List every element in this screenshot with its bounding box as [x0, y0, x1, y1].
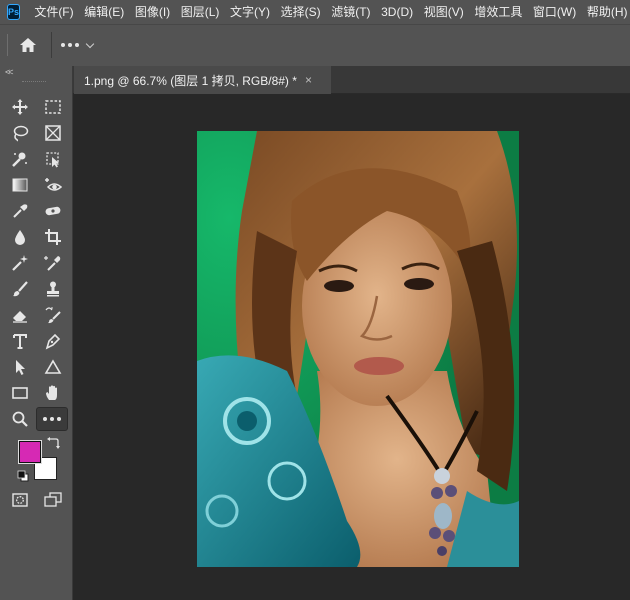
- chevron-down-icon: [85, 39, 95, 48]
- move-icon[interactable]: [8, 95, 32, 119]
- toolbar-grip[interactable]: [22, 81, 46, 84]
- swap-colors-icon[interactable]: [46, 436, 60, 450]
- quick-mask-icon[interactable]: [8, 488, 32, 512]
- collapse-toolbar-button[interactable]: <<: [5, 67, 13, 77]
- menu-help[interactable]: 帮助(H): [582, 0, 630, 24]
- menu-image[interactable]: 图像(I): [130, 0, 176, 24]
- menu-type[interactable]: 文字(Y): [225, 0, 276, 24]
- options-grip[interactable]: [7, 34, 8, 56]
- eraser-icon[interactable]: [8, 303, 32, 327]
- menu-select[interactable]: 选择(S): [275, 0, 326, 24]
- triangle-icon[interactable]: [41, 355, 65, 379]
- crop-icon[interactable]: [41, 225, 65, 249]
- options-divider: [51, 32, 52, 58]
- rect-marquee-icon[interactable]: [41, 95, 65, 119]
- history-brush-icon[interactable]: [41, 303, 65, 327]
- gradient-icon[interactable]: [8, 173, 32, 197]
- object-select-icon[interactable]: [41, 147, 65, 171]
- magic-wand-icon[interactable]: [8, 251, 32, 275]
- tools-panel: <<: [0, 66, 73, 600]
- menu-filter[interactable]: 滤镜(T): [326, 0, 376, 24]
- menu-3d[interactable]: 3D(D): [376, 0, 419, 24]
- menu-plugins[interactable]: 增效工具: [469, 0, 528, 24]
- menu-window[interactable]: 窗口(W): [528, 0, 582, 24]
- close-icon[interactable]: ×: [305, 73, 312, 87]
- photoshop-logo-icon[interactable]: Ps: [7, 4, 21, 20]
- menu-bar: Ps 文件(F) 编辑(E) 图像(I) 图层(L) 文字(Y) 选择(S) 滤…: [0, 0, 630, 24]
- more-options-icon: [61, 43, 79, 47]
- color-sampler-icon[interactable]: [41, 251, 65, 275]
- foreground-color-swatch[interactable]: [18, 440, 42, 464]
- bandage-icon[interactable]: [41, 199, 65, 223]
- quick-select-icon[interactable]: [8, 147, 32, 171]
- arrow-icon[interactable]: [8, 355, 32, 379]
- document-image[interactable]: [197, 131, 519, 567]
- document-tab-bar: 1.png @ 66.7% (图层 1 拷贝, RGB/8#) * ×: [73, 66, 630, 94]
- more-icon[interactable]: [36, 407, 68, 431]
- zoom-icon[interactable]: [8, 407, 32, 431]
- menu-file[interactable]: 文件(F): [29, 0, 79, 24]
- eyedropper-icon[interactable]: [8, 199, 32, 223]
- document-tab-label: 1.png @ 66.7% (图层 1 拷贝, RGB/8#) *: [84, 73, 297, 88]
- menu-edit[interactable]: 编辑(E): [79, 0, 130, 24]
- hand-icon[interactable]: [41, 381, 65, 405]
- rectangle-icon[interactable]: [8, 381, 32, 405]
- menu-layer[interactable]: 图层(L): [175, 0, 224, 24]
- type-icon[interactable]: [8, 329, 32, 353]
- home-icon[interactable]: [18, 36, 38, 54]
- portrait-photo: [197, 131, 519, 567]
- options-bar: [0, 24, 630, 66]
- lasso-icon[interactable]: [8, 121, 32, 145]
- brush-icon[interactable]: [8, 277, 32, 301]
- stamp-icon[interactable]: [41, 277, 65, 301]
- menu-view[interactable]: 视图(V): [418, 0, 469, 24]
- screen-mode-icon[interactable]: [41, 488, 65, 512]
- red-eye-icon[interactable]: [41, 173, 65, 197]
- document-tab[interactable]: 1.png @ 66.7% (图层 1 拷贝, RGB/8#) * ×: [74, 66, 331, 94]
- drop-icon[interactable]: [8, 225, 32, 249]
- frame-icon[interactable]: [41, 121, 65, 145]
- pen-icon[interactable]: [41, 329, 65, 353]
- more-options-button[interactable]: [61, 37, 101, 53]
- default-colors-icon[interactable]: [17, 470, 29, 482]
